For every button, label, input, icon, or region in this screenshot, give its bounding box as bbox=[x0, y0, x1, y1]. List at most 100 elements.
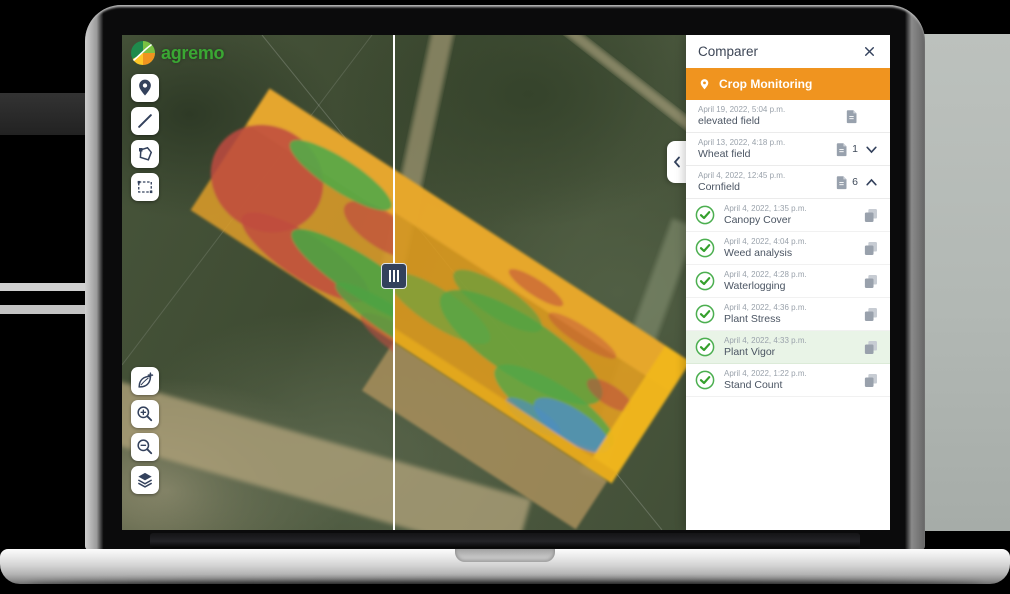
field-row-elevated-field[interactable]: April 19, 2022, 5:04 p.m. elevated field bbox=[686, 100, 890, 133]
check-circle-icon[interactable] bbox=[695, 271, 715, 291]
analysis-info: April 4, 2022, 1:35 p.m. Canopy Cover bbox=[724, 204, 852, 226]
marker-tool-button[interactable] bbox=[131, 74, 159, 102]
field-meta: 1 bbox=[835, 142, 880, 157]
field-info: April 13, 2022, 4:18 p.m. Wheat field bbox=[698, 138, 835, 160]
zoom-in-button[interactable] bbox=[131, 400, 159, 428]
analysis-row-weed-analysis[interactable]: April 4, 2022, 4:04 p.m. Weed analysis bbox=[686, 232, 890, 265]
analysis-date: April 4, 2022, 4:28 p.m. bbox=[724, 270, 807, 279]
analysis-name: Plant Stress bbox=[724, 313, 781, 325]
laptop-base bbox=[0, 549, 1010, 584]
background-monitor-edge bbox=[916, 34, 1010, 531]
agremo-logo-icon bbox=[131, 41, 155, 65]
select-rectangle-icon bbox=[137, 180, 153, 194]
layers-icon bbox=[137, 472, 153, 488]
copy-icon[interactable] bbox=[861, 239, 880, 258]
zoom-out-button[interactable] bbox=[131, 433, 159, 461]
location-pin-icon bbox=[139, 79, 151, 96]
laptop-hinge bbox=[150, 533, 860, 548]
expand-toggle[interactable] bbox=[862, 145, 880, 154]
analysis-name: Waterlogging bbox=[724, 280, 786, 292]
panel-title: Comparer bbox=[698, 44, 759, 59]
measure-line-tool-button[interactable] bbox=[131, 107, 159, 135]
analysis-info: April 4, 2022, 4:28 p.m. Waterlogging bbox=[724, 270, 852, 292]
close-icon bbox=[864, 47, 874, 56]
analysis-name: Weed analysis bbox=[724, 247, 793, 259]
panel-header: Comparer bbox=[686, 35, 890, 68]
document-icon bbox=[836, 142, 847, 156]
check-circle-icon[interactable] bbox=[695, 337, 715, 357]
analysis-count: 6 bbox=[852, 176, 858, 188]
agremo-logo: agremo bbox=[130, 40, 225, 66]
copy-icon[interactable] bbox=[861, 371, 880, 390]
field-row-wheat-field[interactable]: April 13, 2022, 4:18 p.m. Wheat field 1 bbox=[686, 133, 890, 166]
handle-grip-bar bbox=[389, 270, 391, 282]
laptop-mockup-scene: agremo Comparer Crop Monitoring April 19… bbox=[0, 0, 1010, 594]
laptop-shadow bbox=[28, 582, 982, 592]
draw-polygon-tool-button[interactable] bbox=[131, 140, 159, 168]
close-panel-button[interactable] bbox=[860, 43, 878, 61]
field-meta: 6 bbox=[835, 175, 880, 190]
crop-monitoring-section-header[interactable]: Crop Monitoring bbox=[686, 68, 890, 100]
add-field-button[interactable] bbox=[131, 367, 159, 395]
analysis-row-plant-vigor[interactable]: April 4, 2022, 4:33 p.m. Plant Vigor bbox=[686, 331, 890, 364]
copy-icon[interactable] bbox=[861, 305, 880, 324]
handle-grip-bar bbox=[397, 270, 399, 282]
check-circle-icon[interactable] bbox=[695, 238, 715, 258]
analysis-date: April 4, 2022, 1:35 p.m. bbox=[724, 204, 807, 213]
panel-empty-space bbox=[686, 397, 890, 530]
field-name: Cornfield bbox=[698, 181, 741, 193]
field-name: elevated field bbox=[698, 115, 760, 127]
analysis-info: April 4, 2022, 4:36 p.m. Plant Stress bbox=[724, 303, 852, 325]
field-date: April 19, 2022, 5:04 p.m. bbox=[698, 105, 786, 114]
field-name: Wheat field bbox=[698, 148, 751, 160]
laptop-screen: agremo Comparer Crop Monitoring April 19… bbox=[122, 35, 890, 530]
copy-icon[interactable] bbox=[861, 338, 880, 357]
map-toolbar-view bbox=[131, 367, 159, 494]
analysis-date: April 4, 2022, 4:36 p.m. bbox=[724, 303, 807, 312]
field-date: April 13, 2022, 4:18 p.m. bbox=[698, 138, 786, 147]
analysis-row-stand-count[interactable]: April 4, 2022, 1:22 p.m. Stand Count bbox=[686, 364, 890, 397]
location-pin-icon bbox=[700, 78, 709, 89]
section-label: Crop Monitoring bbox=[719, 77, 813, 91]
collapse-toggle[interactable] bbox=[862, 178, 880, 187]
analysis-name: Plant Vigor bbox=[724, 346, 776, 358]
copy-icon[interactable] bbox=[861, 272, 880, 291]
check-circle-icon[interactable] bbox=[695, 304, 715, 324]
dirt-path bbox=[560, 35, 686, 161]
analysis-info: April 4, 2022, 1:22 p.m. Stand Count bbox=[724, 369, 852, 391]
field-date: April 4, 2022, 12:45 p.m. bbox=[698, 171, 786, 180]
document-icon bbox=[836, 175, 847, 189]
laptop-lid-notch bbox=[455, 549, 555, 562]
check-circle-icon[interactable] bbox=[695, 370, 715, 390]
analysis-row-waterlogging[interactable]: April 4, 2022, 4:28 p.m. Waterlogging bbox=[686, 265, 890, 298]
field-meta bbox=[845, 109, 880, 124]
panel-collapse-tab[interactable] bbox=[667, 141, 687, 183]
check-circle-icon[interactable] bbox=[695, 205, 715, 225]
analysis-row-canopy-cover[interactable]: April 4, 2022, 1:35 p.m. Canopy Cover bbox=[686, 199, 890, 232]
draw-polygon-icon bbox=[139, 146, 153, 161]
agremo-logo-text: agremo bbox=[161, 42, 225, 63]
handle-grip-bar bbox=[393, 270, 395, 282]
analysis-date: April 4, 2022, 1:22 p.m. bbox=[724, 369, 807, 378]
background-shelf-stripe bbox=[0, 283, 92, 291]
chevron-down-icon bbox=[865, 146, 877, 153]
chevron-up-icon bbox=[865, 178, 877, 185]
analysis-date: April 4, 2022, 4:33 p.m. bbox=[724, 336, 807, 345]
leaf-add-icon bbox=[138, 372, 154, 388]
zoom-out-icon bbox=[137, 439, 153, 455]
document-icon bbox=[846, 109, 857, 123]
comparer-panel: Comparer Crop Monitoring April 19, 2022,… bbox=[686, 35, 890, 530]
analysis-count: 1 bbox=[852, 143, 858, 155]
analysis-date: April 4, 2022, 4:04 p.m. bbox=[724, 237, 807, 246]
select-rectangle-tool-button[interactable] bbox=[131, 173, 159, 201]
analysis-row-plant-stress[interactable]: April 4, 2022, 4:36 p.m. Plant Stress bbox=[686, 298, 890, 331]
layers-button[interactable] bbox=[131, 466, 159, 494]
map-toolbar-draw bbox=[131, 74, 159, 201]
analysis-info: April 4, 2022, 4:33 p.m. Plant Vigor bbox=[724, 336, 852, 358]
compare-slider-handle[interactable] bbox=[381, 263, 407, 289]
analysis-name: Canopy Cover bbox=[724, 214, 792, 226]
copy-icon[interactable] bbox=[861, 206, 880, 225]
field-info: April 19, 2022, 5:04 p.m. elevated field bbox=[698, 105, 845, 127]
field-row-cornfield[interactable]: April 4, 2022, 12:45 p.m. Cornfield 6 bbox=[686, 166, 890, 199]
satellite-map[interactable]: agremo bbox=[122, 35, 687, 530]
